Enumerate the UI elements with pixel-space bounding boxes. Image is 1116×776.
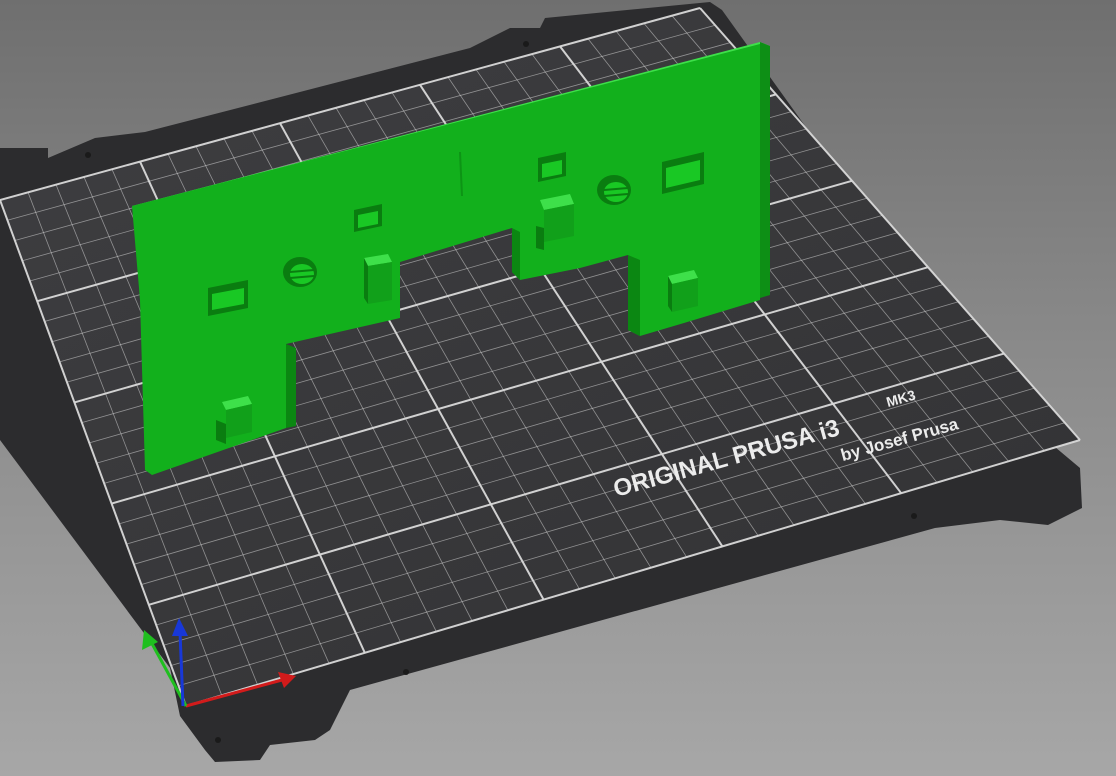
part-round-hole [597, 175, 631, 205]
bed-mount-hole [85, 152, 91, 158]
bed-mount-hole [523, 41, 529, 47]
part-side-edge [760, 42, 770, 298]
bed-mount-hole [911, 513, 917, 519]
part-inner-step [512, 228, 520, 280]
bed-mount-hole [215, 737, 221, 743]
plater-scene[interactable]: ORIGINAL PRUSA i3 MK3 by Josef Prusa [0, 0, 1116, 776]
bed-mount-hole [403, 669, 409, 675]
part-inner-step [628, 255, 640, 336]
part-round-hole [283, 257, 317, 287]
3d-viewport[interactable]: ORIGINAL PRUSA i3 MK3 by Josef Prusa [0, 0, 1116, 776]
part-tab [364, 254, 392, 304]
part-tab [668, 270, 698, 312]
part-inner-step [286, 344, 296, 428]
